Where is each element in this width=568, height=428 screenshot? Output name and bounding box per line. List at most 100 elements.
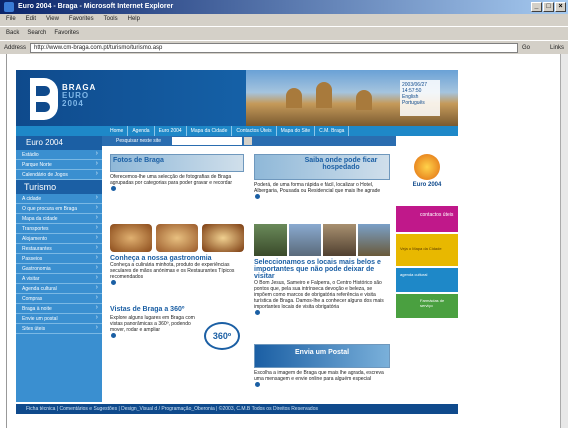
vistas-block: Vistas de Braga a 360º Explore alguns lu… bbox=[110, 306, 244, 376]
vertical-scrollbar[interactable] bbox=[560, 54, 568, 428]
ie-icon bbox=[4, 2, 14, 12]
sidebar-item[interactable]: Transportes bbox=[16, 224, 102, 234]
menu-edit[interactable]: Edit bbox=[26, 16, 36, 24]
locais-arrow-icon[interactable] bbox=[255, 310, 260, 315]
hospedado-text: Poderá, de uma forma rápida e fácil, loc… bbox=[254, 182, 381, 194]
agenda-banner[interactable]: agenda cultural bbox=[396, 268, 458, 292]
fotos-arrow-icon[interactable] bbox=[111, 186, 116, 191]
vistas-arrow-icon[interactable] bbox=[111, 333, 116, 338]
nav-contactos[interactable]: Contactos Úteis bbox=[232, 126, 277, 136]
site-header: BRAGA EURO 2004 2003/06/27 14:57:50 Engl… bbox=[16, 70, 458, 126]
address-label: Address bbox=[4, 44, 27, 51]
search-bar: Pesquisar neste site bbox=[102, 136, 396, 146]
postal-title[interactable]: Envia um Postal bbox=[295, 349, 349, 356]
search-button[interactable]: Search bbox=[27, 30, 46, 37]
sidebar-item[interactable]: Envie um postal bbox=[16, 314, 102, 324]
gastronomia-arrow-icon[interactable] bbox=[111, 280, 116, 285]
locais-block: Seleccionamos os locais mais belos e imp… bbox=[254, 224, 390, 336]
sidebar-turismo-heading: Turismo bbox=[16, 180, 102, 194]
nav-mapa-site[interactable]: Mapa do Site bbox=[277, 126, 316, 136]
hospedado-title[interactable]: Saiba onde pode ficar hospedado bbox=[305, 157, 378, 171]
gastronomia-title[interactable]: Conheça a nossa gastronomia bbox=[110, 255, 244, 262]
sidebar-item[interactable]: Gastronomia bbox=[16, 264, 102, 274]
close-button[interactable]: × bbox=[555, 2, 566, 12]
menu-favorites[interactable]: Favorites bbox=[69, 16, 94, 24]
sidebar-item[interactable]: O que procura em Braga bbox=[16, 204, 102, 214]
sidebar-item[interactable]: Passeios bbox=[16, 254, 102, 264]
sidebar-item[interactable]: Agenda cultural bbox=[16, 284, 102, 294]
sidebar: Euro 2004 Estádio Parque Norte Calendári… bbox=[16, 136, 102, 402]
fotos-banner[interactable]: Fotos de Braga bbox=[110, 154, 244, 172]
back-button[interactable]: Back bbox=[6, 30, 19, 37]
nav-home[interactable]: Home bbox=[106, 126, 129, 136]
site-footer[interactable]: Ficha técnica | Comentários e Sugestões … bbox=[16, 404, 458, 414]
postal-arrow-icon[interactable] bbox=[255, 382, 260, 387]
nav-euro2004[interactable]: Euro 2004 bbox=[155, 126, 187, 136]
favorites-button[interactable]: Favorites bbox=[54, 30, 79, 37]
search-go-button[interactable] bbox=[244, 137, 252, 145]
sidebar-item[interactable]: Restaurantes bbox=[16, 244, 102, 254]
sidebar-item[interactable]: Mapa da cidade bbox=[16, 214, 102, 224]
main-content: Fotos de Braga Oferecemos-lhe uma selecç… bbox=[102, 146, 396, 402]
sidebar-euro-heading: Euro 2004 bbox=[16, 136, 102, 150]
food-photo bbox=[110, 224, 152, 252]
city-photo: 2003/06/27 14:57:50 English Português bbox=[246, 70, 458, 126]
locais-photo bbox=[254, 224, 287, 256]
farmacias-banner[interactable]: Farmácias de serviço bbox=[396, 294, 458, 318]
sidebar-item-calendario[interactable]: Calendário de Jogos bbox=[16, 170, 102, 180]
sidebar-item[interactable]: A visitar bbox=[16, 274, 102, 284]
sidebar-item[interactable]: Compras bbox=[16, 294, 102, 304]
nav-cm-braga[interactable]: C.M. Braga bbox=[315, 126, 350, 136]
locais-photo bbox=[323, 224, 356, 256]
window-titlebar: Euro 2004 - Braga - Microsoft Internet E… bbox=[0, 0, 568, 14]
menu-file[interactable]: File bbox=[6, 16, 16, 24]
gastronomia-text: Conheça a culinária minhota, produto de … bbox=[110, 262, 235, 280]
braga-logo[interactable]: BRAGA EURO 2004 bbox=[30, 78, 95, 122]
go-button[interactable]: Go bbox=[522, 45, 546, 51]
menu-tools[interactable]: Tools bbox=[104, 16, 118, 24]
food-photos bbox=[110, 224, 244, 252]
main-nav: Home Agenda Euro 2004 Mapa da Cidade Con… bbox=[16, 126, 458, 136]
contactos-banner[interactable]: contactos úteis bbox=[396, 206, 458, 232]
fotos-block: Fotos de Braga Oferecemos-lhe uma selecç… bbox=[110, 154, 244, 216]
locais-photo bbox=[288, 224, 321, 256]
maximize-button[interactable]: □ bbox=[543, 2, 554, 12]
fotos-title[interactable]: Fotos de Braga bbox=[113, 157, 164, 164]
menu-help[interactable]: Help bbox=[128, 16, 140, 24]
window-controls: _ □ × bbox=[531, 2, 566, 12]
menu-bar: File Edit View Favorites Tools Help bbox=[0, 14, 568, 26]
vistas-title[interactable]: Vistas de Braga a 360º bbox=[110, 306, 244, 313]
360-badge[interactable]: 360º bbox=[204, 322, 240, 350]
hospedado-banner[interactable]: Saiba onde pode ficar hospedado bbox=[254, 154, 390, 180]
right-column: Euro 2004 contactos úteis Veja o Mapa da… bbox=[396, 136, 458, 402]
sidebar-item[interactable]: Alojamento bbox=[16, 234, 102, 244]
window-title: Euro 2004 - Braga - Microsoft Internet E… bbox=[18, 3, 174, 10]
gastronomia-block: Conheça a nossa gastronomia Conheça a cu… bbox=[110, 224, 244, 294]
address-field[interactable]: http://www.cm-braga.com.pt/turismo/turis… bbox=[30, 42, 518, 53]
nav-agenda[interactable]: Agenda bbox=[128, 126, 155, 136]
sidebar-item[interactable]: Sites úteis bbox=[16, 324, 102, 334]
sidebar-item-estadio[interactable]: Estádio bbox=[16, 150, 102, 160]
date-box: 2003/06/27 14:57:50 English Português bbox=[400, 80, 440, 116]
menu-view[interactable]: View bbox=[46, 16, 59, 24]
minimize-button[interactable]: _ bbox=[531, 2, 542, 12]
sidebar-item[interactable]: Braga à noite bbox=[16, 304, 102, 314]
locais-title[interactable]: Seleccionamos os locais mais belos e imp… bbox=[254, 259, 390, 280]
vistas-text: Explore alguns lugares em Braga com vist… bbox=[110, 315, 195, 333]
lang-portugues[interactable]: Português bbox=[402, 100, 438, 106]
sidebar-item[interactable]: A cidade bbox=[16, 194, 102, 204]
postal-block: Envia um Postal Escolha a imagem de Brag… bbox=[254, 344, 390, 400]
food-photo bbox=[156, 224, 198, 252]
sidebar-item-parque[interactable]: Parque Norte bbox=[16, 160, 102, 170]
postal-banner[interactable]: Envia um Postal bbox=[254, 344, 390, 368]
nav-mapa-cidade[interactable]: Mapa da Cidade bbox=[187, 126, 233, 136]
links-label[interactable]: Links bbox=[550, 45, 564, 51]
hospedado-arrow-icon[interactable] bbox=[255, 194, 260, 199]
mapa-banner[interactable]: Veja o Mapa da Cidade bbox=[396, 234, 458, 266]
search-label: Pesquisar neste site bbox=[116, 138, 162, 144]
fotos-text: Oferecemos-lhe uma selecção de fotografi… bbox=[110, 174, 233, 186]
locais-photo bbox=[357, 224, 390, 256]
food-photo bbox=[202, 224, 244, 252]
euro2004-logo[interactable]: Euro 2004 bbox=[396, 136, 458, 206]
search-input[interactable] bbox=[172, 137, 242, 145]
